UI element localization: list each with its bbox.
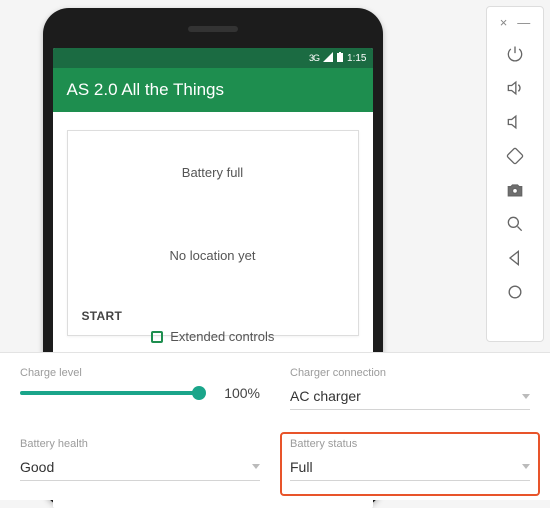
- shield-icon: [151, 331, 163, 343]
- volume-down-button[interactable]: [503, 110, 527, 134]
- battery-health-field[interactable]: Battery health Good: [20, 438, 260, 491]
- signal-bars-icon: [323, 52, 333, 65]
- charger-connection-field[interactable]: Charger connection AC charger: [290, 367, 530, 420]
- app-toolbar: AS 2.0 All the Things: [53, 68, 373, 112]
- battery-health-label: Battery health: [20, 438, 260, 450]
- battery-icon: [337, 52, 343, 65]
- close-icon[interactable]: ×: [500, 15, 508, 30]
- battery-status-highlight: Battery status Full: [280, 432, 540, 497]
- workspace-top: 3G 1:15 AS 2.0 All the Things Battery fu…: [0, 0, 550, 352]
- location-text: No location yet: [68, 214, 358, 297]
- minimize-icon[interactable]: —: [517, 15, 530, 30]
- back-button[interactable]: [503, 246, 527, 270]
- battery-status-field[interactable]: Battery status Full: [290, 438, 530, 481]
- screenshot-button[interactable]: [503, 178, 527, 202]
- charger-connection-value: AC charger: [290, 388, 361, 404]
- charge-level-slider[interactable]: [20, 391, 200, 395]
- charge-level-label: Charge level: [20, 367, 260, 379]
- charger-connection-label: Charger connection: [290, 367, 530, 379]
- chevron-down-icon: [522, 394, 530, 399]
- emulator-area: 3G 1:15 AS 2.0 All the Things Battery fu…: [0, 0, 425, 352]
- extended-controls-label: Extended controls: [0, 329, 425, 344]
- chevron-down-icon: [522, 464, 530, 469]
- emulator-toolbar: × —: [486, 6, 544, 342]
- battery-health-value: Good: [20, 459, 54, 475]
- battery-status-label: Battery status: [290, 438, 530, 450]
- charge-level-value: 100%: [212, 385, 260, 401]
- app-title: AS 2.0 All the Things: [67, 80, 225, 100]
- volume-up-button[interactable]: [503, 76, 527, 100]
- signal-3g-icon: 3G: [309, 53, 319, 63]
- statusbar-time: 1:15: [347, 53, 366, 64]
- android-statusbar: 3G 1:15: [53, 48, 373, 68]
- home-button[interactable]: [503, 280, 527, 304]
- battery-text: Battery full: [68, 131, 358, 214]
- battery-panel: Charge level 100% Charger connection AC …: [0, 352, 550, 500]
- content-card: Battery full No location yet START: [67, 130, 359, 336]
- zoom-button[interactable]: [503, 212, 527, 236]
- charge-level-field: Charge level 100%: [20, 367, 260, 420]
- chevron-down-icon: [252, 464, 260, 469]
- rotate-button[interactable]: [503, 144, 527, 168]
- battery-status-value: Full: [290, 459, 313, 475]
- power-button[interactable]: [503, 42, 527, 66]
